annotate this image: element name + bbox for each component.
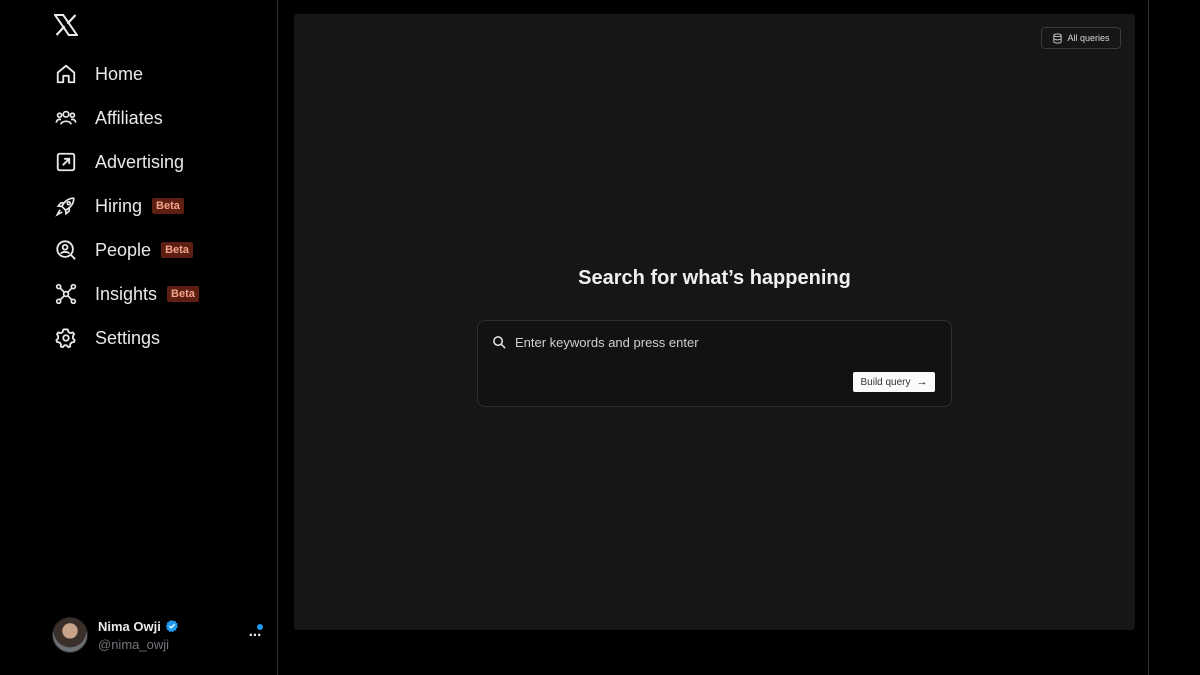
database-icon <box>1053 32 1063 44</box>
search-box: Build query → <box>477 320 952 407</box>
sidebar-item-label: Home <box>95 63 144 84</box>
arrow-right-icon: → <box>916 376 928 388</box>
gear-icon <box>54 326 78 350</box>
account-handle: @nima_owji <box>98 636 169 652</box>
sidebar-item-settings[interactable]: Settings <box>40 316 213 360</box>
account-info: Nima Owji @nima_owji <box>98 619 179 652</box>
account-name-row: Nima Owji <box>98 619 179 634</box>
sidebar-nav: Home Affiliates Advertising Hiring Beta … <box>40 52 213 360</box>
build-query-label: Build query <box>860 376 911 388</box>
sidebar-item-label: Advertising <box>95 151 185 172</box>
affiliates-icon <box>54 106 78 130</box>
beta-badge: Beta <box>152 198 184 214</box>
search-icon <box>493 335 506 349</box>
verified-badge-icon <box>165 619 178 633</box>
sidebar: Home Affiliates Advertising Hiring Beta … <box>0 0 278 675</box>
beta-badge: Beta <box>161 242 193 258</box>
sidebar-item-label: Affiliates <box>95 107 163 128</box>
sidebar-item-label: People <box>95 239 152 260</box>
sidebar-item-people[interactable]: People Beta <box>40 228 213 272</box>
sidebar-item-label: Settings <box>95 327 161 348</box>
network-icon <box>54 282 78 306</box>
right-divider <box>1148 0 1149 675</box>
sidebar-item-insights[interactable]: Insights Beta <box>40 272 213 316</box>
people-search-icon <box>54 238 78 262</box>
sidebar-item-home[interactable]: Home <box>40 52 213 96</box>
all-queries-button[interactable]: All queries <box>1041 27 1121 49</box>
sidebar-item-label: Hiring <box>95 195 143 216</box>
x-logo-icon[interactable] <box>53 12 79 38</box>
sidebar-item-label: Insights <box>95 283 158 304</box>
search-input[interactable] <box>515 333 935 351</box>
advertising-icon <box>54 150 78 174</box>
sidebar-item-affiliates[interactable]: Affiliates <box>40 96 213 140</box>
all-queries-label: All queries <box>1067 33 1110 43</box>
page-title: Search for what’s happening <box>578 267 851 289</box>
search-row <box>492 333 935 351</box>
beta-badge: Beta <box>167 286 199 302</box>
sidebar-item-hiring[interactable]: Hiring Beta <box>40 184 213 228</box>
rocket-icon <box>54 194 78 218</box>
more-options-button[interactable]: ... <box>244 621 266 643</box>
home-icon <box>54 62 78 86</box>
main-panel: All queries Search for what’s happening … <box>294 14 1135 630</box>
account-name: Nima Owji <box>98 618 161 634</box>
build-query-button[interactable]: Build query → <box>853 372 935 392</box>
app-root: Home Affiliates Advertising Hiring Beta … <box>0 0 1200 675</box>
avatar <box>52 617 88 653</box>
sidebar-item-advertising[interactable]: Advertising <box>40 140 213 184</box>
account-switcher[interactable]: Nima Owji @nima_owji ... <box>52 615 268 655</box>
notification-dot <box>257 624 263 630</box>
